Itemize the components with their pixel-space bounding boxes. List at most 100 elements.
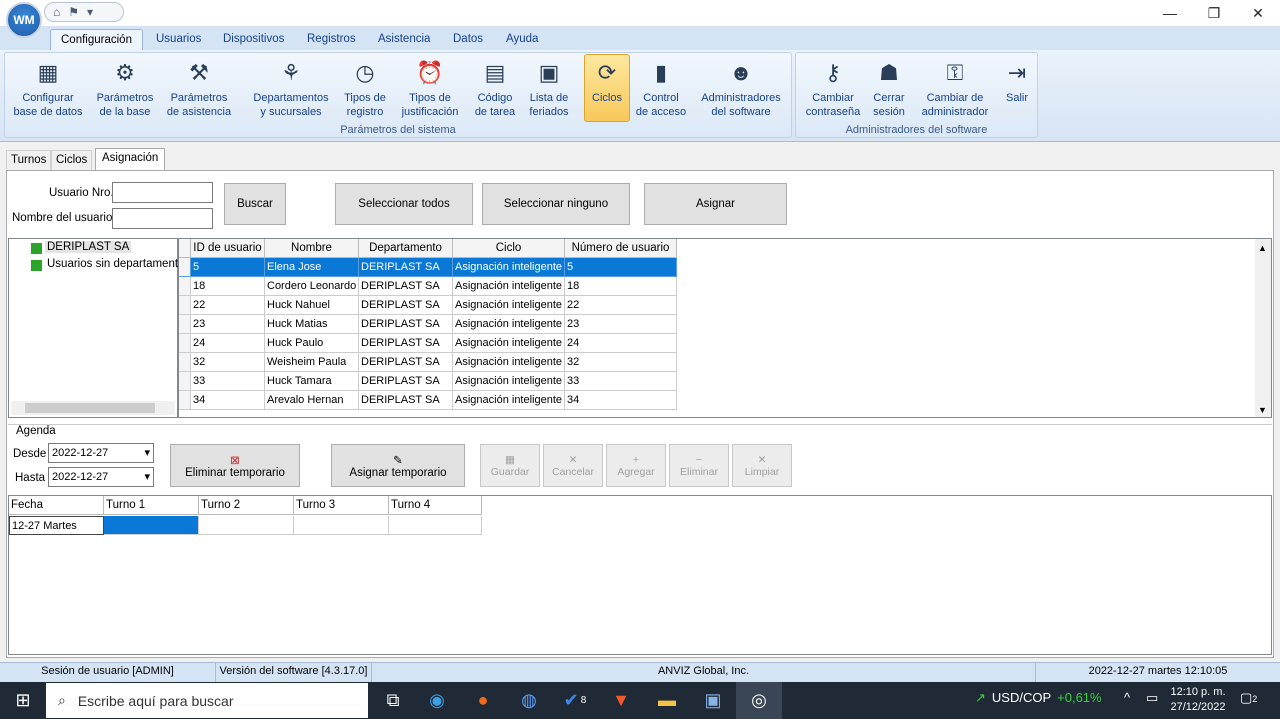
menu-usuarios[interactable]: Usuarios: [146, 29, 211, 50]
tree-h-scrollbar[interactable]: [11, 401, 175, 415]
ribbon-parametros-asistencia[interactable]: ⚒ Parámetros de asistencia: [164, 54, 234, 122]
firefox-icon[interactable]: ●: [460, 682, 506, 719]
col-header-departamento[interactable]: Departamento: [359, 239, 453, 258]
eliminar-button[interactable]: − Eliminar: [669, 444, 729, 487]
schedule-turno1-cell[interactable]: [104, 516, 199, 535]
table-cell[interactable]: 33: [565, 372, 677, 391]
ribbon-tipos-registro[interactable]: ◷ Tipos de registro: [339, 54, 391, 122]
ribbon-cambiar-contrasena[interactable]: ⚷ Cambiar contraseña: [801, 54, 865, 122]
table-cell[interactable]: 24: [191, 334, 265, 353]
table-cell[interactable]: DERIPLAST SA: [359, 334, 453, 353]
row-header[interactable]: [179, 258, 191, 277]
table-cell[interactable]: Asignación inteligente: [453, 372, 565, 391]
edge-icon[interactable]: ◉: [414, 682, 460, 719]
eliminar-temporario-button[interactable]: ⊠ Eliminar temporario: [170, 444, 300, 487]
users-icon[interactable]: ⚑: [68, 5, 79, 19]
scroll-down-icon[interactable]: ▼: [1258, 405, 1267, 415]
table-cell[interactable]: Huck Matias: [265, 315, 359, 334]
tree-item-sin-departamento[interactable]: Usuarios sin departamento: [47, 258, 184, 270]
ribbon-tipos-justificacion[interactable]: ⏰ Tipos de justificación: [396, 54, 464, 122]
table-cell[interactable]: 22: [565, 296, 677, 315]
menu-ayuda[interactable]: Ayuda: [496, 29, 548, 50]
schedule-turno4-cell[interactable]: [389, 516, 482, 535]
table-cell[interactable]: DERIPLAST SA: [359, 391, 453, 410]
table-cell[interactable]: Cordero Leonardo: [265, 277, 359, 296]
table-cell[interactable]: DERIPLAST SA: [359, 296, 453, 315]
ribbon-administradores[interactable]: ☻ Administradores del software: [695, 54, 787, 122]
table-cell[interactable]: 22: [191, 296, 265, 315]
table-cell[interactable]: Huck Paulo: [265, 334, 359, 353]
row-header[interactable]: [179, 391, 191, 410]
user-no-input[interactable]: [112, 182, 213, 203]
row-header[interactable]: [179, 334, 191, 353]
schedule-turno3-cell[interactable]: [294, 516, 389, 535]
col-header-id[interactable]: ID de usuario: [191, 239, 265, 258]
ribbon-lista-feriados[interactable]: ▣ Lista de feriados: [525, 54, 573, 122]
table-cell[interactable]: Asignación inteligente: [453, 353, 565, 372]
scroll-thumb[interactable]: [25, 403, 155, 413]
ribbon-parametros-base[interactable]: ⚙ Parámetros de la base: [92, 54, 158, 122]
table-cell[interactable]: 23: [565, 315, 677, 334]
restore-button[interactable]: ❐: [1192, 0, 1236, 26]
tab-turnos[interactable]: Turnos: [6, 150, 52, 170]
table-cell[interactable]: DERIPLAST SA: [359, 277, 453, 296]
remote-desktop-icon[interactable]: ▣: [690, 682, 736, 719]
table-cell[interactable]: Asignación inteligente: [453, 315, 565, 334]
table-cell[interactable]: 18: [565, 277, 677, 296]
table-cell[interactable]: 34: [565, 391, 677, 410]
assign-button[interactable]: Asignar: [644, 183, 787, 225]
col-header-numero[interactable]: Número de usuario: [565, 239, 677, 258]
menu-registros[interactable]: Registros: [297, 29, 366, 50]
table-cell[interactable]: 5: [191, 258, 265, 277]
taskbar-search-box[interactable]: ⌕ Escribe aquí para buscar: [46, 683, 368, 718]
table-cell[interactable]: 33: [191, 372, 265, 391]
table-cell[interactable]: DERIPLAST SA: [359, 315, 453, 334]
tab-ciclos[interactable]: Ciclos: [51, 150, 93, 170]
chevron-up-icon[interactable]: ^: [1124, 690, 1130, 705]
table-cell[interactable]: 18: [191, 277, 265, 296]
app-icon[interactable]: ◍: [506, 682, 552, 719]
hasta-date-picker[interactable]: 2022-12-27 ▾: [48, 467, 154, 487]
tab-asignacion[interactable]: Asignación: [95, 148, 166, 171]
table-cell[interactable]: 24: [565, 334, 677, 353]
calendar-dropdown-icon[interactable]: ▾: [144, 468, 150, 486]
menu-configuracion[interactable]: Configuración: [50, 29, 143, 50]
ribbon-codigo-tarea[interactable]: ▤ Código de tarea: [471, 54, 519, 122]
agregar-button[interactable]: + Agregar: [606, 444, 666, 487]
table-cell[interactable]: Asignación inteligente: [453, 258, 565, 277]
menu-dispositivos[interactable]: Dispositivos: [213, 29, 294, 50]
table-cell[interactable]: 23: [191, 315, 265, 334]
col-header-ciclo[interactable]: Ciclo: [453, 239, 565, 258]
table-cell[interactable]: DERIPLAST SA: [359, 372, 453, 391]
table-cell[interactable]: Asignación inteligente: [453, 296, 565, 315]
notifications-icon[interactable]: ▢2: [1240, 690, 1257, 706]
table-cell[interactable]: DERIPLAST SA: [359, 353, 453, 372]
table-cell[interactable]: Weisheim Paula: [265, 353, 359, 372]
table-cell[interactable]: Asignación inteligente: [453, 277, 565, 296]
ribbon-configurar-base[interactable]: ▦ Configurar base de datos: [10, 54, 86, 122]
buscar-button[interactable]: Buscar: [224, 183, 286, 225]
windows-start-icon[interactable]: ⊞: [0, 682, 46, 719]
ribbon-cambiar-administrador[interactable]: ⚿ Cambiar de administrador: [917, 54, 993, 122]
table-cell[interactable]: Elena Jose: [265, 258, 359, 277]
row-header[interactable]: [179, 277, 191, 296]
task-view-icon[interactable]: ⧉: [370, 682, 416, 719]
cancelar-button[interactable]: ✕ Cancelar: [543, 444, 603, 487]
app-logo[interactable]: WM: [6, 2, 42, 38]
row-header[interactable]: [179, 315, 191, 334]
desde-date-picker[interactable]: 2022-12-27 ▾: [48, 443, 154, 463]
file-explorer-icon[interactable]: ▬: [644, 682, 690, 719]
tree-item-deriplast[interactable]: DERIPLAST SA: [45, 241, 132, 253]
user-name-input[interactable]: [112, 208, 213, 229]
ribbon-cerrar-sesion[interactable]: ☗ Cerrar sesión: [868, 54, 910, 122]
dropdown-icon[interactable]: ▾: [87, 5, 93, 19]
menu-asistencia[interactable]: Asistencia: [368, 29, 440, 50]
row-header[interactable]: [179, 372, 191, 391]
scroll-up-icon[interactable]: ▲: [1258, 243, 1267, 253]
table-cell[interactable]: Arevalo Hernan: [265, 391, 359, 410]
select-all-button[interactable]: Seleccionar todos: [335, 183, 473, 225]
table-cell[interactable]: 32: [565, 353, 677, 372]
fx-widget[interactable]: ↗ USD/COP +0,61%: [975, 690, 1102, 706]
close-button[interactable]: ✕: [1236, 0, 1280, 26]
brave-icon[interactable]: ▼: [598, 682, 644, 719]
